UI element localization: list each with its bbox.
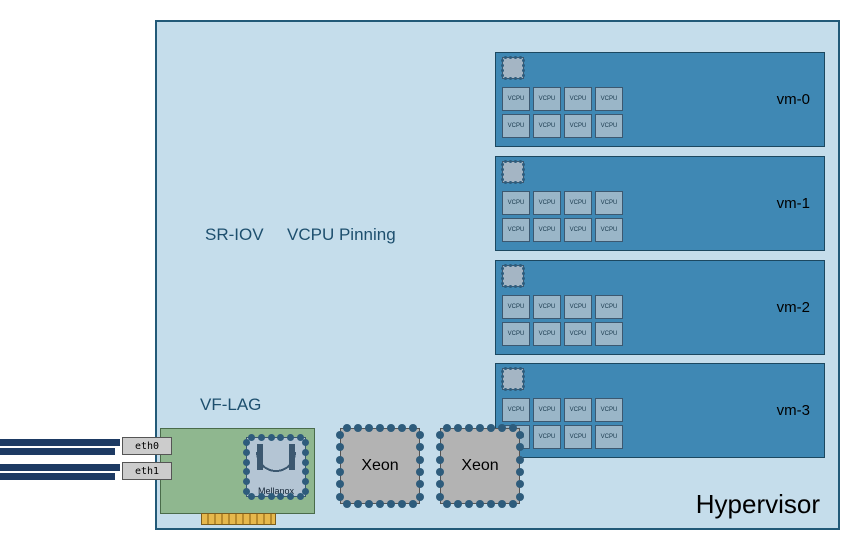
- vcpu-chip: VCPU: [533, 87, 561, 111]
- vcpu-chip: VCPU: [502, 218, 530, 242]
- eth1-port: eth1: [122, 462, 172, 480]
- cpu-xeon-0-label: Xeon: [361, 457, 398, 475]
- vcpu-chip: VCPU: [502, 87, 530, 111]
- cpu-xeon-1-label: Xeon: [461, 457, 498, 475]
- vcpu-chip: VCPU: [502, 322, 530, 346]
- vcpu-chip: VCPU: [533, 398, 561, 422]
- cable-eth0-b: [0, 448, 115, 455]
- pcie-connector-icon: [201, 513, 276, 525]
- vm-1: vm-1 VCPUVCPUVCPUVCPUVCPUVCPUVCPUVCPU: [495, 156, 825, 251]
- vcpu-chip: VCPU: [502, 114, 530, 138]
- vcpu-chip: VCPU: [564, 295, 592, 319]
- vcpu-chip: VCPU: [595, 87, 623, 111]
- vcpu-chip: VCPU: [533, 191, 561, 215]
- cable-eth1-a: [0, 464, 120, 471]
- vcpu-chip: VCPU: [595, 425, 623, 449]
- hypervisor-label: Hypervisor: [696, 489, 820, 520]
- vcpu-chip: VCPU: [564, 425, 592, 449]
- label-sriov: SR-IOV: [205, 225, 264, 245]
- vcpu-chip: VCPU: [595, 218, 623, 242]
- vcpu-chip: VCPU: [502, 295, 530, 319]
- label-vf-lag: VF-LAG: [200, 395, 261, 415]
- vcpu-chip: VCPU: [595, 295, 623, 319]
- vm-0-vcpu-grid: VCPUVCPUVCPUVCPUVCPUVCPUVCPUVCPU: [502, 87, 623, 138]
- vcpu-chip: VCPU: [595, 398, 623, 422]
- cable-eth0-a: [0, 439, 120, 446]
- vcpu-chip: VCPU: [595, 191, 623, 215]
- nic-card: Mellanox: [160, 428, 315, 514]
- vm-3-label: vm-3: [777, 402, 810, 419]
- vcpu-chip: VCPU: [533, 218, 561, 242]
- vm-0-label: vm-0: [777, 91, 810, 108]
- mellanox-chip-icon: Mellanox: [246, 437, 306, 497]
- vcpu-chip: VCPU: [502, 191, 530, 215]
- vcpu-chip: VCPU: [533, 425, 561, 449]
- diagram-canvas: Hypervisor SR-IOV VCPU Pinning VF-LAG vm…: [0, 0, 845, 551]
- vcpu-chip: VCPU: [595, 114, 623, 138]
- vm-2-label: vm-2: [777, 299, 810, 316]
- vcpu-chip: VCPU: [564, 114, 592, 138]
- vm-1-vcpu-grid: VCPUVCPUVCPUVCPUVCPUVCPUVCPUVCPU: [502, 191, 623, 242]
- vm-2: vm-2 VCPUVCPUVCPUVCPUVCPUVCPUVCPUVCPU: [495, 260, 825, 355]
- vcpu-chip: VCPU: [564, 218, 592, 242]
- cpu-xeon-1: Xeon: [440, 428, 520, 504]
- vm-2-vcpu-grid: VCPUVCPUVCPUVCPUVCPUVCPUVCPUVCPU: [502, 295, 623, 346]
- cable-eth1-b: [0, 473, 115, 480]
- vm-0: vm-0 VCPUVCPUVCPUVCPUVCPUVCPUVCPUVCPU: [495, 52, 825, 147]
- vcpu-chip: VCPU: [564, 87, 592, 111]
- eth0-port: eth0: [122, 437, 172, 455]
- vcpu-chip: VCPU: [502, 398, 530, 422]
- vcpu-chip: VCPU: [564, 191, 592, 215]
- vm-3: vm-3 VCPUVCPUVCPUVCPUVCPUVCPUVCPUVCPU: [495, 363, 825, 458]
- cpu-xeon-0: Xeon: [340, 428, 420, 504]
- vcpu-chip: VCPU: [533, 114, 561, 138]
- vm-1-label: vm-1: [777, 195, 810, 212]
- vcpu-chip: VCPU: [533, 295, 561, 319]
- label-vcpu-pinning: VCPU Pinning: [287, 225, 396, 245]
- vcpu-chip: VCPU: [533, 322, 561, 346]
- vcpu-chip: VCPU: [595, 322, 623, 346]
- vcpu-chip: VCPU: [564, 322, 592, 346]
- vcpu-chip: VCPU: [564, 398, 592, 422]
